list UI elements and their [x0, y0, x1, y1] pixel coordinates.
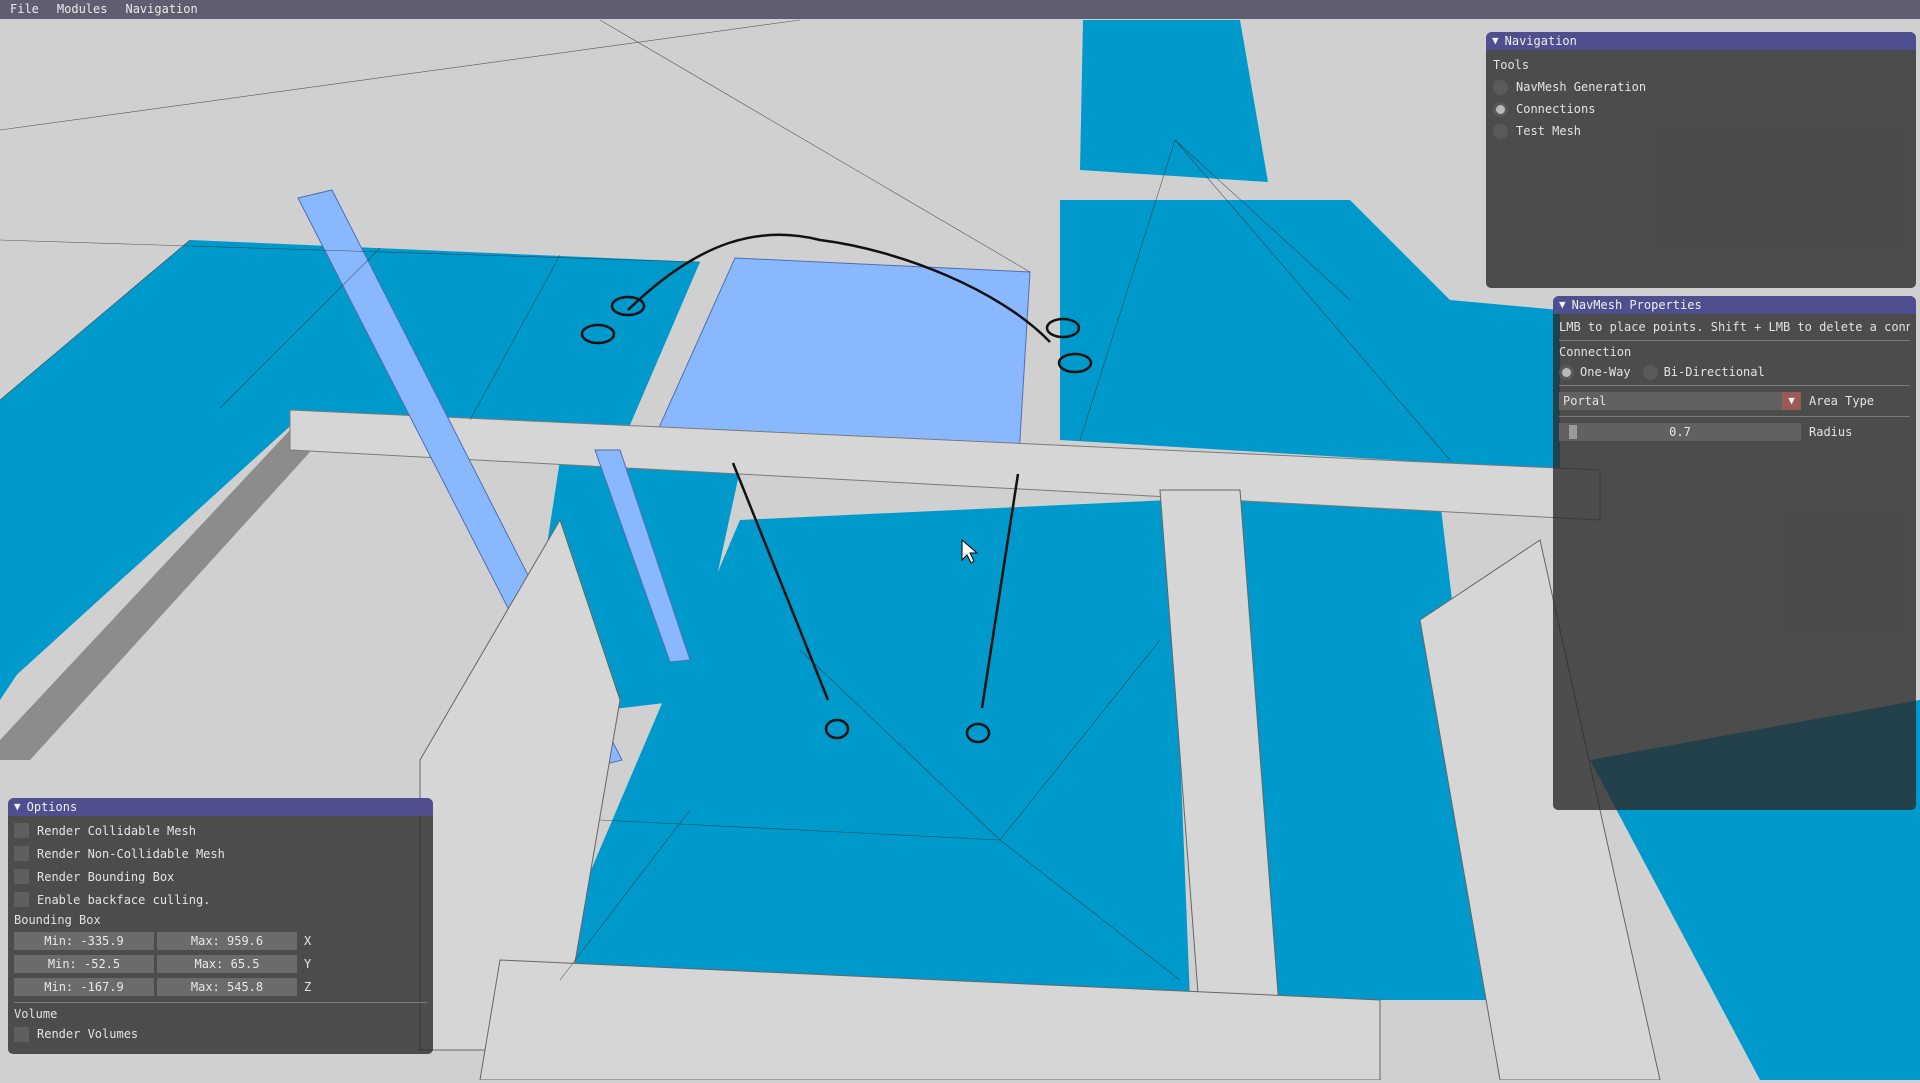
collapse-triangle-icon[interactable]: ▼ — [14, 798, 21, 816]
navmesh-panel-title: NavMesh Properties — [1571, 298, 1702, 312]
bbox-max-y-field[interactable]: Max: 65.5 — [157, 954, 297, 973]
area-type-value: Portal — [1563, 394, 1607, 408]
area-type-label: Area Type — [1809, 394, 1875, 408]
option-label: Render Bounding Box — [37, 869, 175, 884]
collapse-triangle-icon[interactable]: ▼ — [1492, 32, 1499, 50]
options-panel-title: Options — [26, 800, 78, 814]
tool-label: Connections — [1516, 102, 1596, 116]
checkbox-icon[interactable] — [14, 1026, 29, 1042]
area-type-combo[interactable]: Portal ▼ — [1559, 392, 1801, 410]
menu-navigation[interactable]: Navigation — [115, 0, 205, 19]
axis-label-x: X — [304, 933, 312, 948]
option-render-volumes[interactable]: Render Volumes — [14, 1023, 427, 1045]
navigation-panel-title: Navigation — [1504, 34, 1577, 48]
checkbox-icon[interactable] — [14, 823, 29, 838]
radio-one-way-icon[interactable] — [1559, 364, 1574, 380]
bbox-min-z-field[interactable]: Min: -167.9 — [14, 977, 154, 996]
bbox-min-x-field[interactable]: Min: -335.9 — [14, 931, 154, 950]
bbox-max-z-field[interactable]: Max: 545.8 — [157, 977, 297, 996]
dropdown-arrow-icon[interactable]: ▼ — [1782, 392, 1801, 410]
separator — [1559, 340, 1910, 341]
separator — [1559, 385, 1910, 386]
checkbox-icon[interactable] — [14, 846, 29, 861]
option-label: Render Collidable Mesh — [37, 823, 196, 838]
radio-icon[interactable] — [1493, 123, 1508, 139]
option-label: Render Non-Collidable Mesh — [37, 846, 225, 861]
one-way-label[interactable]: One-Way — [1580, 365, 1631, 379]
tool-navmesh-generation[interactable]: NavMesh Generation — [1493, 76, 1909, 98]
radius-label: Radius — [1809, 425, 1853, 439]
tool-label: NavMesh Generation — [1516, 80, 1647, 94]
radio-selected-icon[interactable] — [1493, 101, 1508, 117]
radio-icon[interactable] — [1493, 79, 1508, 95]
option-render-bounding-box[interactable]: Render Bounding Box — [14, 865, 427, 888]
bbox-row-x: Min: -335.9 Max: 959.6 X — [14, 929, 427, 952]
checkbox-icon[interactable] — [14, 892, 29, 907]
option-render-non-collidable-mesh[interactable]: Render Non-Collidable Mesh — [14, 842, 427, 865]
bbox-min-y-field[interactable]: Min: -52.5 — [14, 954, 154, 973]
navmesh-hint-text: LMB to place points. Shift + LMB to dele… — [1559, 320, 1910, 334]
collapse-triangle-icon[interactable]: ▼ — [1559, 296, 1566, 314]
navmesh-panel-title-bar[interactable]: ▼ NavMesh Properties — [1553, 296, 1916, 314]
option-render-collidable-mesh[interactable]: Render Collidable Mesh — [14, 819, 427, 842]
axis-label-z: Z — [304, 979, 312, 994]
menu-bar: File Modules Navigation — [0, 0, 1920, 19]
radius-value: 0.7 — [1669, 425, 1691, 439]
bi-directional-label[interactable]: Bi-Directional — [1664, 365, 1765, 379]
option-enable-backface-culling[interactable]: Enable backface culling. — [14, 888, 427, 911]
navigation-panel: ▼ Navigation Tools NavMesh Generation Co… — [1486, 32, 1916, 288]
axis-label-y: Y — [304, 956, 312, 971]
separator — [14, 1002, 427, 1003]
radius-slider[interactable]: 0.7 — [1559, 423, 1801, 441]
radio-bi-directional-icon[interactable] — [1642, 364, 1658, 380]
options-panel: ▼ Options Render Collidable Mesh Render … — [8, 798, 433, 1054]
tool-connections[interactable]: Connections — [1493, 98, 1909, 120]
bbox-row-y: Min: -52.5 Max: 65.5 Y — [14, 952, 427, 975]
bbox-max-x-field[interactable]: Max: 959.6 — [157, 931, 297, 950]
tool-test-mesh[interactable]: Test Mesh — [1493, 120, 1909, 142]
connection-label: Connection — [1559, 345, 1632, 359]
volume-label: Volume — [14, 1007, 58, 1021]
navmesh-properties-panel: ▼ NavMesh Properties LMB to place points… — [1553, 296, 1916, 810]
separator — [1559, 416, 1910, 417]
option-label: Enable backface culling. — [37, 892, 211, 907]
menu-file[interactable]: File — [0, 0, 47, 19]
bbox-row-z: Min: -167.9 Max: 545.8 Z — [14, 975, 427, 998]
checkbox-icon[interactable] — [14, 869, 29, 884]
tools-label: Tools — [1493, 58, 1530, 72]
menu-modules[interactable]: Modules — [47, 0, 116, 19]
tool-label: Test Mesh — [1516, 124, 1582, 138]
bounding-box-label: Bounding Box — [14, 913, 101, 927]
option-label: Render Volumes — [37, 1027, 139, 1041]
navigation-panel-title-bar[interactable]: ▼ Navigation — [1486, 32, 1916, 50]
options-panel-title-bar[interactable]: ▼ Options — [8, 798, 433, 816]
slider-grab-handle[interactable] — [1569, 425, 1577, 439]
